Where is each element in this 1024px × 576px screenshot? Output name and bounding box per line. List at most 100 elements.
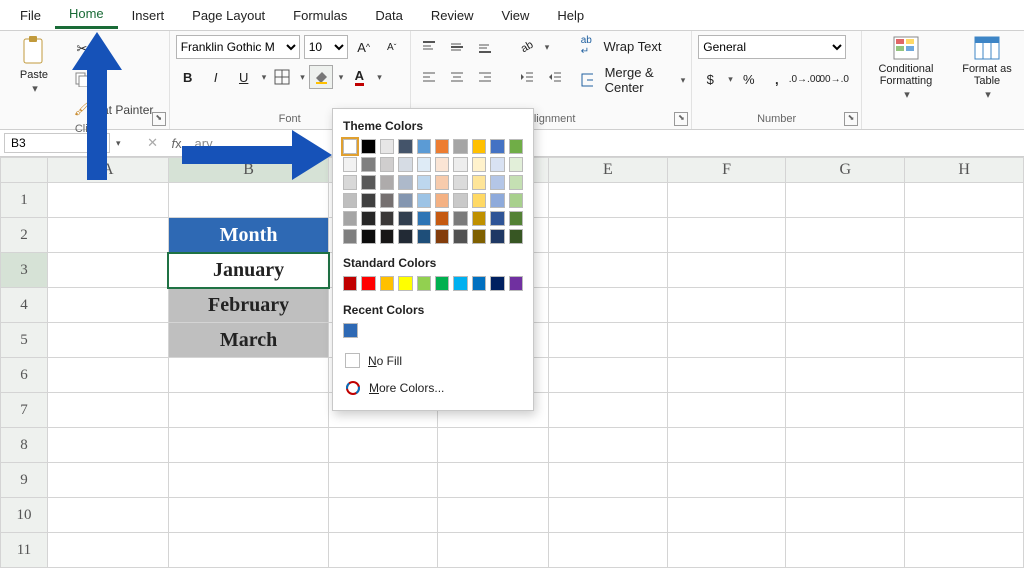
- color-swatch[interactable]: [490, 193, 504, 208]
- color-swatch[interactable]: [453, 229, 467, 244]
- color-swatch[interactable]: [398, 193, 412, 208]
- number-dialog-launcher[interactable]: ⬊: [844, 112, 858, 126]
- row-header-4[interactable]: 4: [1, 288, 48, 323]
- color-swatch[interactable]: [435, 276, 449, 291]
- color-swatch[interactable]: [343, 276, 357, 291]
- number-format-select[interactable]: General: [698, 35, 846, 59]
- color-swatch[interactable]: [509, 157, 523, 172]
- cell-B3[interactable]: January: [168, 253, 329, 288]
- color-swatch[interactable]: [343, 323, 358, 338]
- cell-B5[interactable]: March: [168, 323, 329, 358]
- color-swatch[interactable]: [490, 175, 504, 190]
- color-swatch[interactable]: [417, 157, 431, 172]
- bold-button[interactable]: B: [176, 65, 200, 89]
- cancel-formula-icon[interactable]: ✕: [141, 135, 165, 151]
- color-swatch[interactable]: [472, 229, 486, 244]
- col-header-F[interactable]: F: [667, 158, 786, 183]
- select-all-corner[interactable]: [1, 158, 48, 183]
- row-header-11[interactable]: 11: [1, 533, 48, 568]
- color-swatch[interactable]: [509, 175, 523, 190]
- increase-font-button[interactable]: A^: [352, 35, 376, 59]
- color-swatch[interactable]: [490, 229, 504, 244]
- color-swatch[interactable]: [435, 229, 449, 244]
- color-swatch[interactable]: [509, 139, 523, 154]
- color-swatch[interactable]: [361, 175, 375, 190]
- wrap-text-button[interactable]: ab↵ Wrap Text: [581, 35, 686, 57]
- color-swatch[interactable]: [380, 276, 394, 291]
- decrease-indent-button[interactable]: [515, 65, 539, 89]
- color-swatch[interactable]: [343, 229, 357, 244]
- row-header-6[interactable]: 6: [1, 358, 48, 393]
- color-swatch[interactable]: [380, 157, 394, 172]
- color-swatch[interactable]: [472, 139, 486, 154]
- row-header-7[interactable]: 7: [1, 393, 48, 428]
- menu-data[interactable]: Data: [361, 3, 416, 28]
- color-swatch[interactable]: [472, 211, 486, 226]
- comma-format-button[interactable]: ,: [765, 67, 789, 91]
- menu-formulas[interactable]: Formulas: [279, 3, 361, 28]
- menu-review[interactable]: Review: [417, 3, 488, 28]
- color-swatch[interactable]: [417, 229, 431, 244]
- color-swatch[interactable]: [472, 175, 486, 190]
- row-header-5[interactable]: 5: [1, 323, 48, 358]
- align-bottom-button[interactable]: [473, 35, 497, 59]
- color-swatch[interactable]: [398, 229, 412, 244]
- accounting-format-button[interactable]: $: [698, 67, 722, 91]
- col-header-G[interactable]: G: [786, 158, 905, 183]
- color-swatch[interactable]: [380, 229, 394, 244]
- color-swatch[interactable]: [361, 139, 375, 154]
- row-header-1[interactable]: 1: [1, 183, 48, 218]
- col-header-H[interactable]: H: [905, 158, 1024, 183]
- fill-color-button[interactable]: [309, 65, 333, 89]
- underline-button[interactable]: U: [232, 65, 256, 89]
- row-header-9[interactable]: 9: [1, 463, 48, 498]
- font-size-select[interactable]: 10: [304, 35, 348, 59]
- color-swatch[interactable]: [398, 175, 412, 190]
- align-center-button[interactable]: [445, 65, 469, 89]
- color-swatch[interactable]: [453, 139, 467, 154]
- color-swatch[interactable]: [453, 193, 467, 208]
- italic-button[interactable]: I: [204, 65, 228, 89]
- color-swatch[interactable]: [417, 139, 431, 154]
- decrease-decimal-button[interactable]: .00→.0: [821, 67, 845, 91]
- menu-file[interactable]: File: [6, 3, 55, 28]
- color-swatch[interactable]: [343, 139, 357, 154]
- color-swatch[interactable]: [435, 193, 449, 208]
- color-swatch[interactable]: [453, 157, 467, 172]
- color-swatch[interactable]: [490, 276, 504, 291]
- align-right-button[interactable]: [473, 65, 497, 89]
- color-swatch[interactable]: [417, 276, 431, 291]
- color-swatch[interactable]: [380, 175, 394, 190]
- align-middle-button[interactable]: [445, 35, 469, 59]
- cell-B2[interactable]: Month: [168, 218, 329, 253]
- paste-button[interactable]: Paste▾: [6, 35, 62, 95]
- decrease-font-button[interactable]: Aˇ: [380, 35, 404, 59]
- cell-B4[interactable]: February: [168, 288, 329, 323]
- more-colors-item[interactable]: More Colors...: [337, 374, 529, 402]
- color-swatch[interactable]: [490, 139, 504, 154]
- color-swatch[interactable]: [417, 175, 431, 190]
- color-swatch[interactable]: [453, 276, 467, 291]
- color-swatch[interactable]: [509, 276, 523, 291]
- row-header-2[interactable]: 2: [1, 218, 48, 253]
- color-swatch[interactable]: [435, 157, 449, 172]
- menu-view[interactable]: View: [487, 3, 543, 28]
- clipboard-dialog-launcher[interactable]: ⬊: [152, 112, 166, 126]
- increase-indent-button[interactable]: [543, 65, 567, 89]
- row-header-10[interactable]: 10: [1, 498, 48, 533]
- color-swatch[interactable]: [472, 276, 486, 291]
- color-swatch[interactable]: [435, 175, 449, 190]
- color-swatch[interactable]: [398, 276, 412, 291]
- color-swatch[interactable]: [490, 211, 504, 226]
- color-swatch[interactable]: [453, 175, 467, 190]
- color-swatch[interactable]: [361, 211, 375, 226]
- color-swatch[interactable]: [509, 193, 523, 208]
- color-swatch[interactable]: [343, 175, 357, 190]
- color-swatch[interactable]: [361, 276, 375, 291]
- align-top-button[interactable]: [417, 35, 441, 59]
- orientation-button[interactable]: ab: [515, 35, 539, 59]
- borders-button[interactable]: [270, 65, 294, 89]
- increase-decimal-button[interactable]: .0→.00: [793, 67, 817, 91]
- font-color-button[interactable]: A: [347, 65, 371, 89]
- no-fill-item[interactable]: No Fill: [337, 347, 529, 374]
